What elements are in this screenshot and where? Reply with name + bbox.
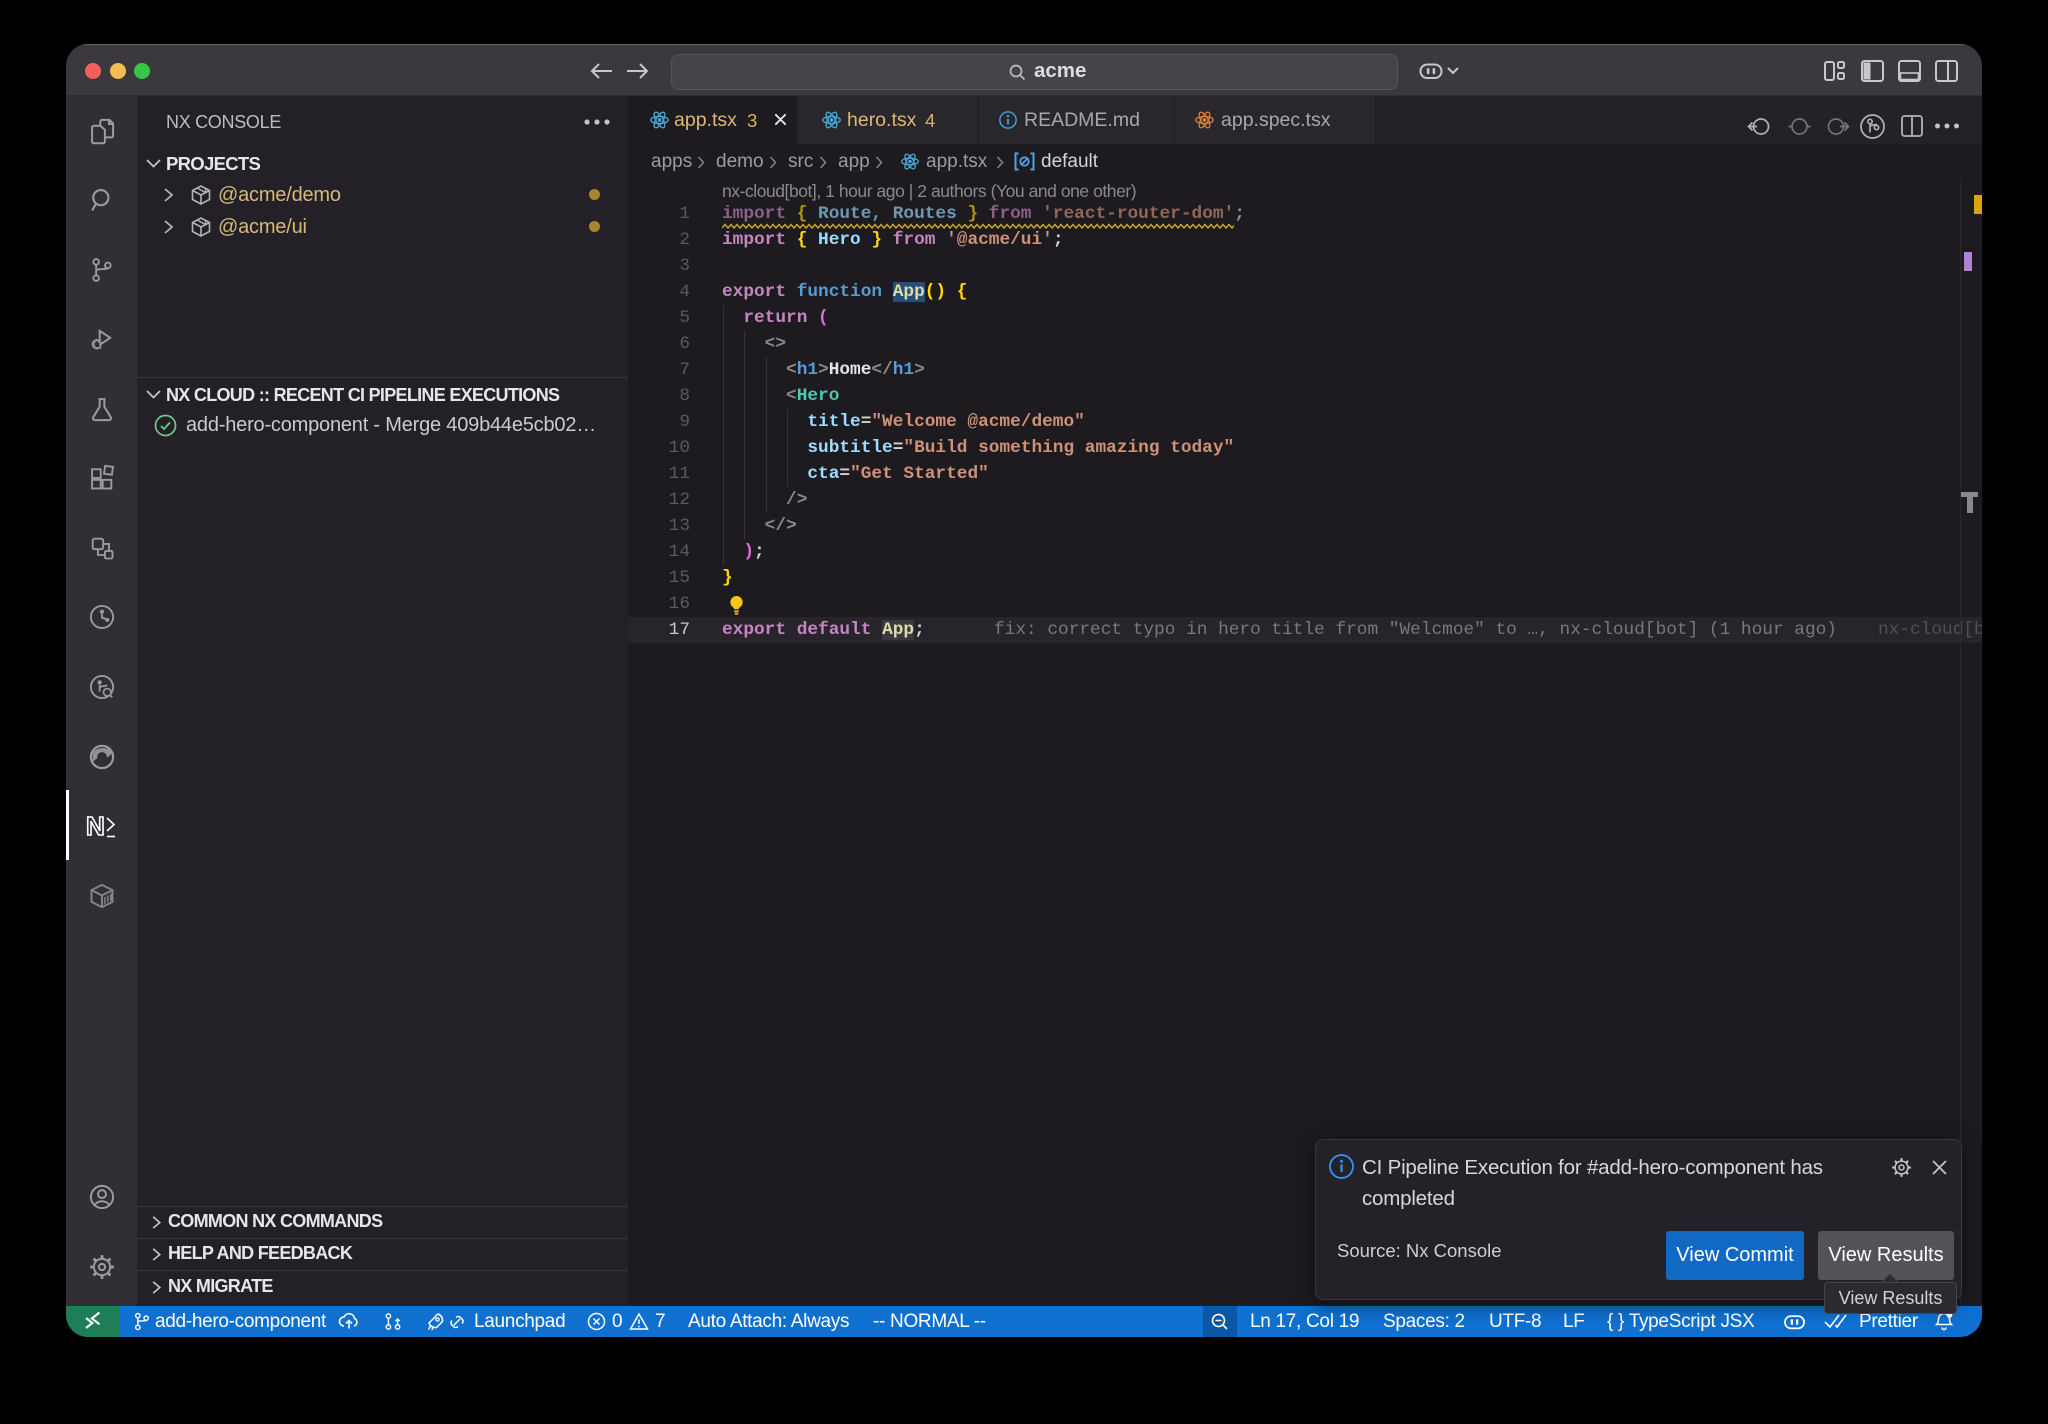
svg-text:N: N — [86, 812, 105, 841]
